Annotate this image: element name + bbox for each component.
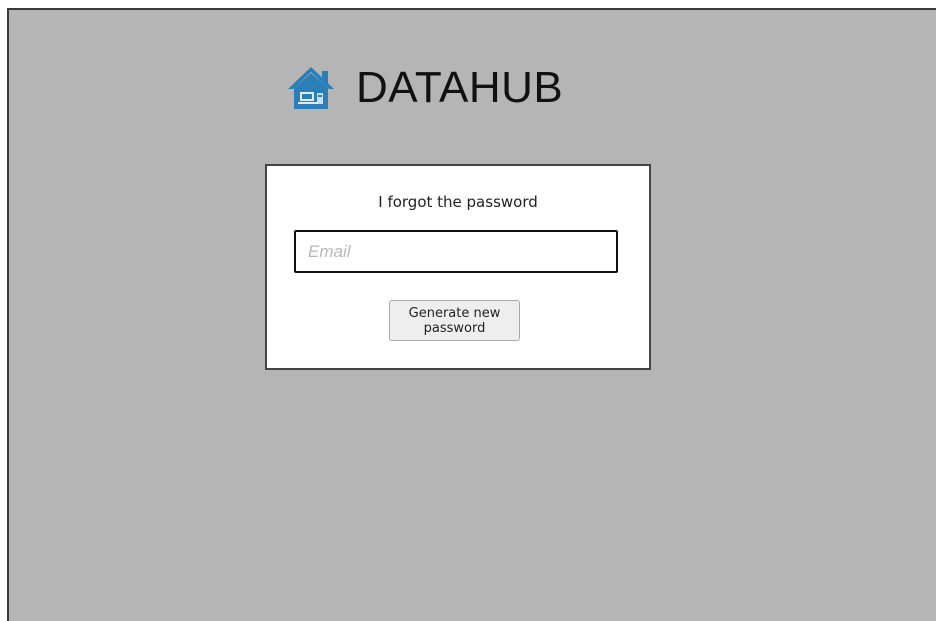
brand-header: DATAHUB (286, 57, 563, 119)
generate-password-button[interactable]: Generate new password (389, 300, 520, 341)
panel-heading: I forgot the password (378, 193, 538, 211)
app-title: DATAHUB (356, 63, 564, 112)
email-field[interactable] (294, 230, 618, 273)
app-canvas: DATAHUB I forgot the password Generate n… (7, 8, 936, 621)
house-icon (288, 67, 334, 109)
forgot-password-panel: I forgot the password Generate new passw… (265, 164, 651, 370)
